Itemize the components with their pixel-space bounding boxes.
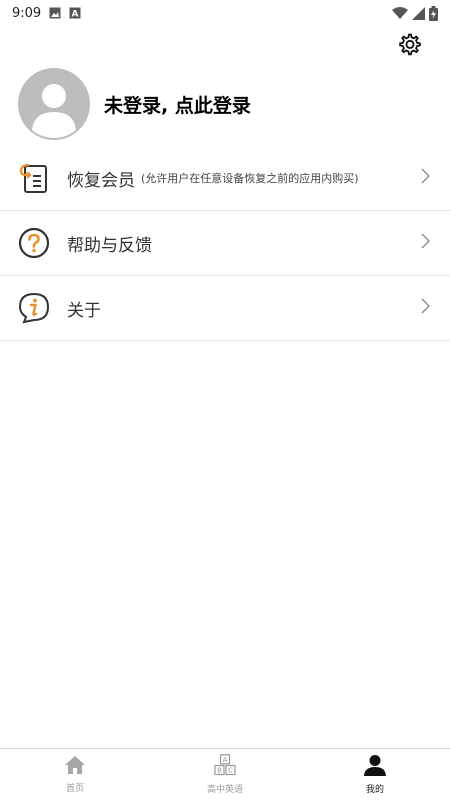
chevron-right-icon	[421, 298, 430, 318]
wifi-icon	[392, 6, 408, 20]
settings-button[interactable]	[396, 32, 424, 60]
chevron-right-icon	[421, 168, 430, 188]
status-time: 9:09	[12, 5, 42, 21]
a-letter-icon: A	[69, 7, 81, 19]
chevron-right-icon	[421, 233, 430, 253]
menu-item-label: 关于	[67, 300, 101, 321]
tab-label: 首页	[65, 784, 84, 794]
menu-item-sublabel: (允许用户在任意设备恢复之前的应用内购买)	[141, 172, 359, 185]
tab-home[interactable]: 首页	[0, 749, 150, 800]
default-avatar-icon	[18, 68, 90, 140]
svg-text:C: C	[228, 767, 233, 775]
tab-high-school-english[interactable]: A B C 高中英语	[150, 749, 300, 800]
avatar	[18, 68, 90, 140]
question-circle-icon	[17, 226, 51, 260]
login-prompt-text: 未登录, 点此登录	[104, 94, 251, 117]
menu-item-about[interactable]: 关于	[0, 276, 450, 341]
svg-text:A: A	[223, 756, 228, 764]
tab-label: 高中英语	[206, 785, 243, 795]
settings-menu: 恢复会员 (允许用户在任意设备恢复之前的应用内购买) 帮助与反馈 关于	[0, 146, 450, 341]
tab-mine[interactable]: 我的	[300, 749, 450, 800]
menu-item-help-feedback[interactable]: 帮助与反馈	[0, 211, 450, 276]
menu-item-label: 恢复会员	[67, 170, 135, 191]
signal-icon	[412, 6, 425, 20]
tab-label: 我的	[365, 785, 384, 795]
image-icon	[49, 7, 61, 19]
battery-charging-icon	[429, 5, 438, 21]
menu-item-label: 帮助与反馈	[67, 235, 152, 256]
gear-icon	[397, 31, 423, 61]
person-icon	[363, 754, 387, 780]
login-profile-row[interactable]: 未登录, 点此登录	[18, 68, 438, 140]
restore-list-icon	[17, 161, 51, 195]
svg-text:B: B	[217, 767, 222, 775]
info-bubble-icon	[17, 291, 51, 325]
home-icon	[64, 755, 86, 779]
bottom-tab-bar: 首页 A B C 高中英语 我的	[0, 748, 450, 800]
menu-item-restore-membership[interactable]: 恢复会员 (允许用户在任意设备恢复之前的应用内购买)	[0, 146, 450, 211]
svg-text:A: A	[72, 10, 79, 20]
abc-blocks-icon: A B C	[213, 754, 237, 780]
status-bar: 9:09 A	[0, 0, 450, 26]
